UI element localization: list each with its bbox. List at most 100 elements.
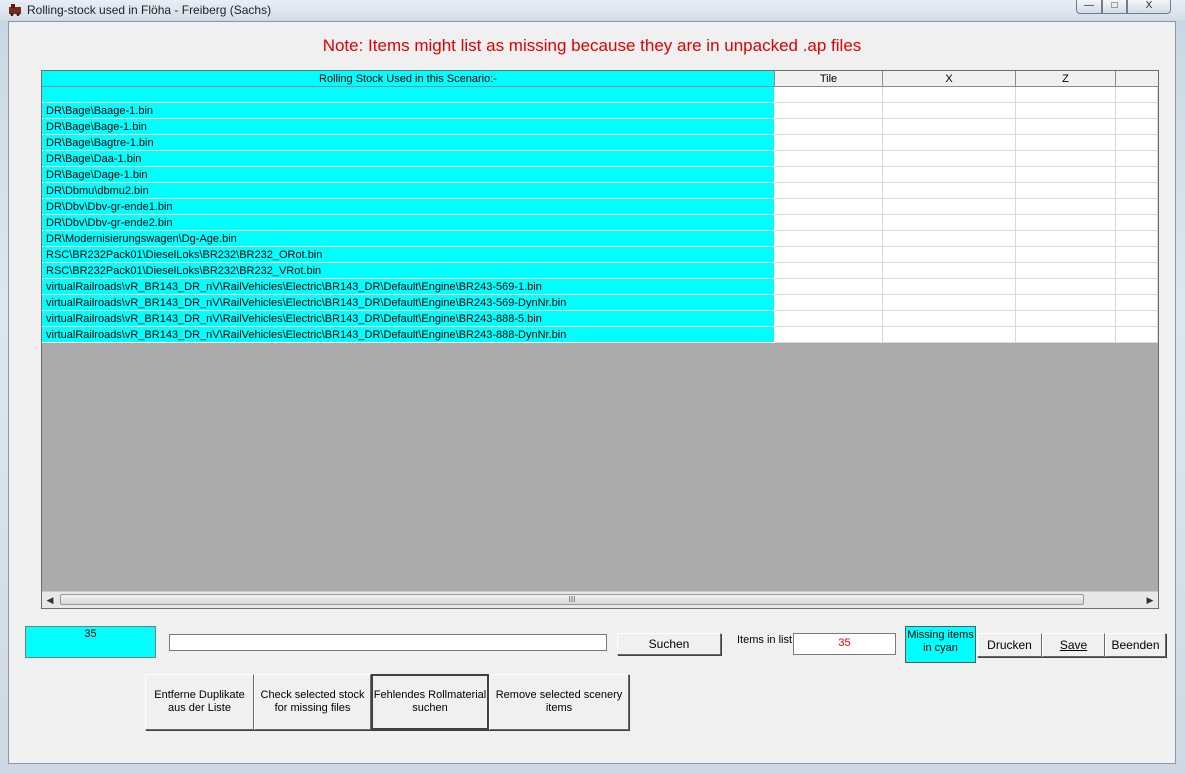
rolling-stock-cell[interactable]: virtualRailroads\vR_BR143_DR_nV\RailVehi… — [42, 295, 775, 311]
table-cell[interactable] — [1116, 327, 1158, 343]
table-cell[interactable] — [1116, 231, 1158, 247]
minimize-button[interactable]: — — [1076, 0, 1102, 14]
table-cell[interactable] — [883, 167, 1016, 183]
table-cell[interactable] — [883, 151, 1016, 167]
table-cell[interactable] — [1016, 151, 1116, 167]
table-cell[interactable] — [1016, 199, 1116, 215]
table-cell[interactable] — [883, 263, 1016, 279]
scroll-right-icon[interactable]: ▶ — [1142, 592, 1158, 608]
table-cell[interactable] — [1016, 295, 1116, 311]
table-cell[interactable] — [1016, 311, 1116, 327]
table-cell[interactable] — [775, 215, 883, 231]
table-cell[interactable] — [883, 183, 1016, 199]
rolling-stock-cell[interactable]: virtualRailroads\vR_BR143_DR_nV\RailVehi… — [42, 279, 775, 295]
table-cell[interactable] — [1016, 327, 1116, 343]
table-cell[interactable] — [775, 263, 883, 279]
table-cell[interactable] — [1016, 279, 1116, 295]
rolling-stock-cell[interactable]: DR\Bage\Baage-1.bin — [42, 103, 775, 119]
table-cell[interactable] — [883, 231, 1016, 247]
column-header-tile[interactable]: Tile — [775, 71, 883, 87]
remove-duplicates-button[interactable]: Entferne Duplikate aus der Liste — [145, 674, 254, 730]
drucken-button[interactable]: Drucken — [977, 633, 1042, 657]
suchen-button[interactable]: Suchen — [617, 633, 721, 655]
rolling-stock-cell[interactable]: RSC\BR232Pack01\DieselLoks\BR232\BR232_O… — [42, 247, 775, 263]
maximize-button[interactable]: □ — [1102, 0, 1127, 14]
rolling-stock-cell[interactable]: RSC\BR232Pack01\DieselLoks\BR232\BR232_V… — [42, 263, 775, 279]
table-cell[interactable] — [1116, 167, 1158, 183]
rolling-stock-cell[interactable]: DR\Bage\Dage-1.bin — [42, 167, 775, 183]
table-row[interactable]: DR\Dbmu\dbmu2.bin — [42, 183, 1158, 199]
column-header-rolling-stock[interactable]: Rolling Stock Used in this Scenario:- — [42, 71, 775, 87]
table-cell[interactable] — [775, 311, 883, 327]
table-cell[interactable] — [1016, 135, 1116, 151]
close-button[interactable]: X — [1127, 0, 1171, 14]
table-cell[interactable] — [883, 279, 1016, 295]
title-bar[interactable]: Rolling-stock used in Flöha - Freiberg (… — [0, 0, 1185, 20]
table-row[interactable]: virtualRailroads\vR_BR143_DR_nV\RailVehi… — [42, 311, 1158, 327]
table-cell[interactable] — [775, 295, 883, 311]
table-cell[interactable] — [1016, 231, 1116, 247]
table-row[interactable]: DR\Dbv\Dbv-gr-ende2.bin — [42, 215, 1158, 231]
table-cell[interactable] — [1116, 263, 1158, 279]
table-cell[interactable] — [1116, 135, 1158, 151]
table-cell[interactable] — [775, 135, 883, 151]
scroll-left-icon[interactable]: ◀ — [42, 592, 58, 608]
rolling-stock-cell[interactable]: DR\Dbv\Dbv-gr-ende2.bin — [42, 215, 775, 231]
table-cell[interactable] — [883, 135, 1016, 151]
table-row[interactable]: RSC\BR232Pack01\DieselLoks\BR232\BR232_O… — [42, 247, 1158, 263]
horizontal-scrollbar[interactable]: ◀ III ▶ — [42, 591, 1158, 608]
search-input[interactable] — [169, 634, 607, 651]
table-cell[interactable] — [775, 231, 883, 247]
find-missing-rollmaterial-button[interactable]: Fehlendes Rollmaterial suchen — [371, 674, 489, 730]
save-button[interactable]: Save — [1042, 633, 1105, 657]
table-row[interactable]: DR\Modernisierungswagen\Dg-Age.bin — [42, 231, 1158, 247]
table-cell[interactable] — [883, 87, 1016, 103]
rolling-stock-cell[interactable]: DR\Dbmu\dbmu2.bin — [42, 183, 775, 199]
table-cell[interactable] — [1016, 263, 1116, 279]
rolling-stock-cell[interactable]: virtualRailroads\vR_BR143_DR_nV\RailVehi… — [42, 311, 775, 327]
table-cell[interactable] — [1116, 311, 1158, 327]
table-cell[interactable] — [883, 295, 1016, 311]
table-row[interactable]: virtualRailroads\vR_BR143_DR_nV\RailVehi… — [42, 279, 1158, 295]
column-header-x[interactable]: X — [883, 71, 1016, 87]
table-cell[interactable] — [1116, 151, 1158, 167]
rolling-stock-cell[interactable]: DR\Bage\Bagtre-1.bin — [42, 135, 775, 151]
table-cell[interactable] — [1016, 183, 1116, 199]
rolling-stock-cell[interactable]: DR\Dbv\Dbv-gr-ende1.bin — [42, 199, 775, 215]
table-row[interactable]: DR\Bage\Bage-1.bin — [42, 119, 1158, 135]
table-row[interactable]: RSC\BR232Pack01\DieselLoks\BR232\BR232_V… — [42, 263, 1158, 279]
table-cell[interactable] — [883, 103, 1016, 119]
table-cell[interactable] — [1116, 119, 1158, 135]
table-cell[interactable] — [1116, 247, 1158, 263]
beenden-button[interactable]: Beenden — [1105, 633, 1166, 657]
table-row[interactable]: DR\Dbv\Dbv-gr-ende1.bin — [42, 199, 1158, 215]
table-cell[interactable] — [883, 215, 1016, 231]
check-selected-stock-button[interactable]: Check selected stock for missing files — [254, 674, 371, 730]
column-header-extra[interactable] — [1116, 71, 1158, 87]
table-cell[interactable] — [1016, 215, 1116, 231]
table-cell[interactable] — [1116, 183, 1158, 199]
table-cell[interactable] — [1116, 279, 1158, 295]
rolling-stock-cell[interactable]: DR\Bage\Bage-1.bin — [42, 119, 775, 135]
table-cell[interactable] — [775, 119, 883, 135]
table-cell[interactable] — [775, 327, 883, 343]
column-header-z[interactable]: Z — [1016, 71, 1116, 87]
table-cell[interactable] — [775, 199, 883, 215]
table-cell[interactable] — [775, 183, 883, 199]
rolling-stock-cell[interactable]: DR\Bage\Daa-1.bin — [42, 151, 775, 167]
table-cell[interactable] — [1016, 167, 1116, 183]
table-cell[interactable] — [775, 167, 883, 183]
table-row[interactable]: DR\Bage\Baage-1.bin — [42, 103, 1158, 119]
table-cell[interactable] — [1016, 247, 1116, 263]
rolling-stock-cell[interactable] — [42, 87, 775, 103]
table-cell[interactable] — [775, 247, 883, 263]
table-cell[interactable] — [1116, 295, 1158, 311]
table-cell[interactable] — [883, 119, 1016, 135]
table-cell[interactable] — [1016, 103, 1116, 119]
table-cell[interactable] — [883, 199, 1016, 215]
rolling-stock-cell[interactable]: virtualRailroads\vR_BR143_DR_nV\RailVehi… — [42, 327, 775, 343]
table-cell[interactable] — [775, 279, 883, 295]
table-row[interactable]: DR\Bage\Daa-1.bin — [42, 151, 1158, 167]
table-cell[interactable] — [1016, 119, 1116, 135]
table-cell[interactable] — [1116, 215, 1158, 231]
